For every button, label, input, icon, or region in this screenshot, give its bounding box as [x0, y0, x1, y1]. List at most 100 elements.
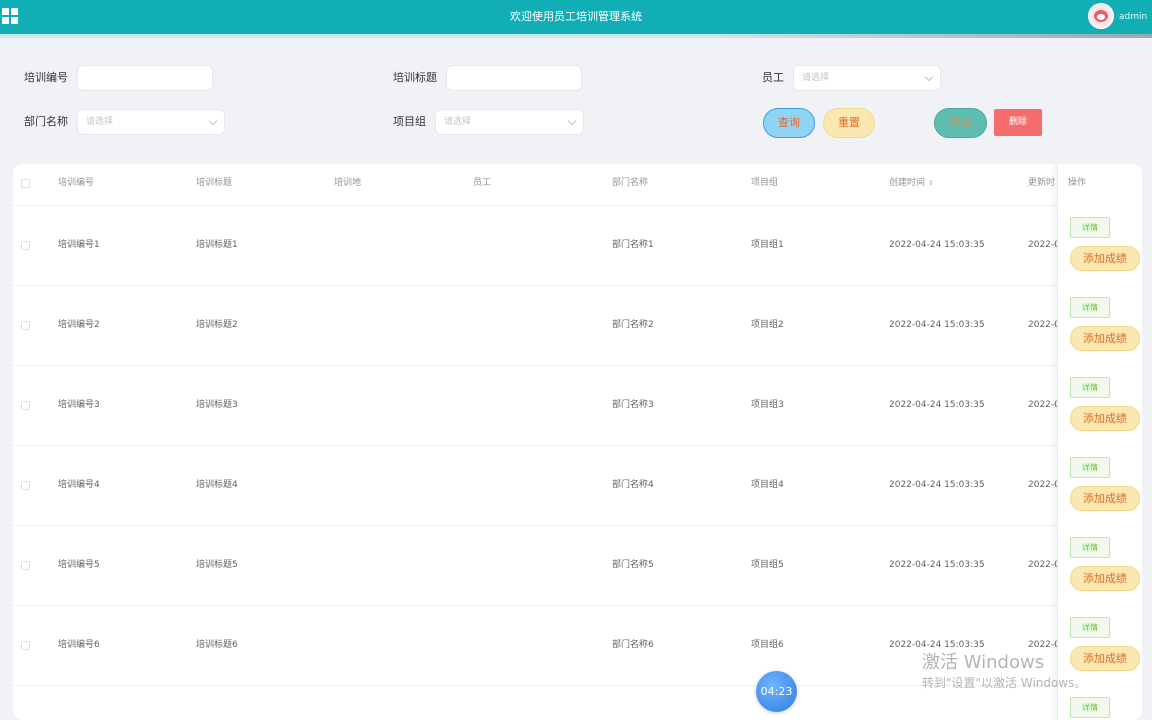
col-created-label: 创建时间: [889, 178, 926, 188]
row-checkbox[interactable]: [21, 561, 30, 570]
cell-group: 项目组5: [751, 560, 784, 570]
project-group-select-placeholder: 请选择: [444, 117, 472, 127]
train-no-label: 培训编号: [24, 71, 68, 84]
detail-button[interactable]: 详情: [1070, 697, 1110, 718]
add-score-button[interactable]: 添加成绩: [1070, 246, 1140, 271]
cell-train-no: 培训编号5: [58, 560, 100, 570]
chevron-down-icon: [924, 72, 934, 82]
avatar[interactable]: [1088, 3, 1114, 29]
employee-select[interactable]: 请选择: [793, 65, 941, 91]
cell-dept: 部门名称1: [612, 240, 654, 250]
cell-dept: 部门名称4: [612, 480, 654, 490]
reset-button[interactable]: 重置: [823, 108, 875, 138]
detail-button[interactable]: 详情: [1070, 457, 1110, 478]
dept-label: 部门名称: [24, 115, 68, 128]
detail-button[interactable]: 详情: [1070, 297, 1110, 318]
sort-icon[interactable]: ⇕: [928, 164, 934, 202]
cell-updated: 2022-0: [1028, 240, 1060, 250]
table-header: 培训编号 培训标题 培训地 员工 部门名称 项目组 创建时间 ⇕ 更新时: [13, 164, 1142, 206]
cell-updated: 2022-0: [1028, 480, 1060, 490]
cell-created: 2022-04-24 15:03:35: [889, 400, 985, 410]
employee-label: 员工: [762, 71, 784, 84]
training-table: 培训编号 培训标题 培训地 员工 部门名称 项目组 创建时间 ⇕ 更新时 培训编号…: [13, 164, 1142, 720]
cell-updated: 2022-0: [1028, 400, 1060, 410]
select-all-checkbox[interactable]: [21, 179, 30, 188]
add-score-button[interactable]: 添加成绩: [1070, 566, 1140, 591]
cell-title: 培训标题2: [196, 320, 238, 330]
top-bar: 欢迎使用员工培训管理系统 admin: [0, 0, 1152, 34]
train-no-input[interactable]: [77, 65, 213, 91]
cell-created: 2022-04-24 15:03:35: [889, 240, 985, 250]
query-button[interactable]: 查询: [763, 108, 815, 138]
cell-dept: 部门名称5: [612, 560, 654, 570]
cell-dept: 部门名称3: [612, 400, 654, 410]
col-updated: 更新时: [1028, 178, 1056, 188]
col-group: 项目组: [751, 178, 779, 188]
row-checkbox[interactable]: [21, 401, 30, 410]
cell-created: 2022-04-24 15:03:35: [889, 560, 985, 570]
cell-dept: 部门名称6: [612, 640, 654, 650]
cell-title: 培训标题6: [196, 640, 238, 650]
table-row[interactable]: 培训编号2 培训标题2 部门名称2 项目组2 2022-04-24 15:03:35 20…: [13, 286, 1142, 366]
col-place: 培训地: [334, 178, 362, 188]
timer-badge[interactable]: 04:23: [756, 671, 797, 712]
col-operation: 操作: [1068, 178, 1087, 188]
detail-button[interactable]: 详情: [1070, 377, 1110, 398]
employee-select-placeholder: 请选择: [802, 73, 830, 83]
cell-train-no: 培训编号3: [58, 400, 100, 410]
cell-created: 2022-04-24 15:03:35: [889, 320, 985, 330]
add-button[interactable]: 添加: [934, 108, 987, 138]
system-title: 欢迎使用员工培训管理系统: [510, 10, 642, 23]
chevron-down-icon: [208, 116, 218, 126]
train-title-input[interactable]: [446, 65, 582, 91]
add-score-button[interactable]: 添加成绩: [1070, 486, 1140, 511]
cell-dept: 部门名称2: [612, 320, 654, 330]
tab-strip: [0, 34, 1152, 38]
operation-column: 操作 详情 添加成绩 详情 添加成绩 详情 添加成绩 详情 添加成绩 详情 添加成绩 详情 添加成绩详…: [1057, 164, 1142, 720]
table-row[interactable]: 培训编号4 培训标题4 部门名称4 项目组4 2022-04-24 15:03:35 20…: [13, 446, 1142, 526]
cell-group: 项目组2: [751, 320, 784, 330]
cell-created: 2022-04-24 15:03:35: [889, 480, 985, 490]
dept-select-placeholder: 请选择: [86, 117, 114, 127]
col-employee: 员工: [473, 178, 492, 188]
cell-train-no: 培训编号1: [58, 240, 100, 250]
cell-train-no: 培训编号6: [58, 640, 100, 650]
cell-updated: 2022-0: [1028, 560, 1060, 570]
row-checkbox[interactable]: [21, 241, 30, 250]
col-title: 培训标题: [196, 178, 233, 188]
col-dept: 部门名称: [612, 178, 649, 188]
add-score-button[interactable]: 添加成绩: [1070, 646, 1140, 671]
detail-button[interactable]: 详情: [1070, 617, 1110, 638]
cell-group: 项目组3: [751, 400, 784, 410]
train-title-label: 培训标题: [393, 71, 437, 84]
table-row[interactable]: 培训编号1 培训标题1 部门名称1 项目组1 2022-04-24 15:03:35 20…: [13, 206, 1142, 286]
delete-button[interactable]: 删除: [994, 109, 1042, 136]
project-group-select[interactable]: 请选择: [435, 109, 584, 135]
activation-watermark-text: 转到"设置"以激活 Windows。: [922, 676, 1087, 690]
cell-updated: 2022-0: [1028, 320, 1060, 330]
col-train-no: 培训编号: [58, 178, 95, 188]
add-score-button[interactable]: 添加成绩: [1070, 326, 1140, 351]
add-score-button[interactable]: 添加成绩: [1070, 406, 1140, 431]
col-created[interactable]: 创建时间 ⇕: [889, 164, 934, 206]
cell-group: 项目组1: [751, 240, 784, 250]
cell-title: 培训标题3: [196, 400, 238, 410]
cell-title: 培训标题1: [196, 240, 238, 250]
row-checkbox[interactable]: [21, 321, 30, 330]
avatar-face-icon: [1094, 10, 1108, 22]
detail-button[interactable]: 详情: [1070, 537, 1110, 558]
detail-button[interactable]: 详情: [1070, 217, 1110, 238]
activation-watermark-title: 激活 Windows: [922, 652, 1045, 673]
row-checkbox[interactable]: [21, 641, 30, 650]
username[interactable]: admin: [1119, 0, 1147, 34]
table-row[interactable]: 培训编号3 培训标题3 部门名称3 项目组3 2022-04-24 15:03:35 20…: [13, 366, 1142, 446]
cell-title: 培训标题5: [196, 560, 238, 570]
cell-title: 培训标题4: [196, 480, 238, 490]
row-checkbox[interactable]: [21, 481, 30, 490]
chevron-down-icon: [567, 116, 577, 126]
cell-group: 项目组4: [751, 480, 784, 490]
dept-select[interactable]: 请选择: [77, 109, 225, 135]
table-row[interactable]: 培训编号5 培训标题5 部门名称5 项目组5 2022-04-24 15:03:35 20…: [13, 526, 1142, 606]
project-group-label: 项目组: [393, 115, 426, 128]
cell-train-no: 培训编号2: [58, 320, 100, 330]
